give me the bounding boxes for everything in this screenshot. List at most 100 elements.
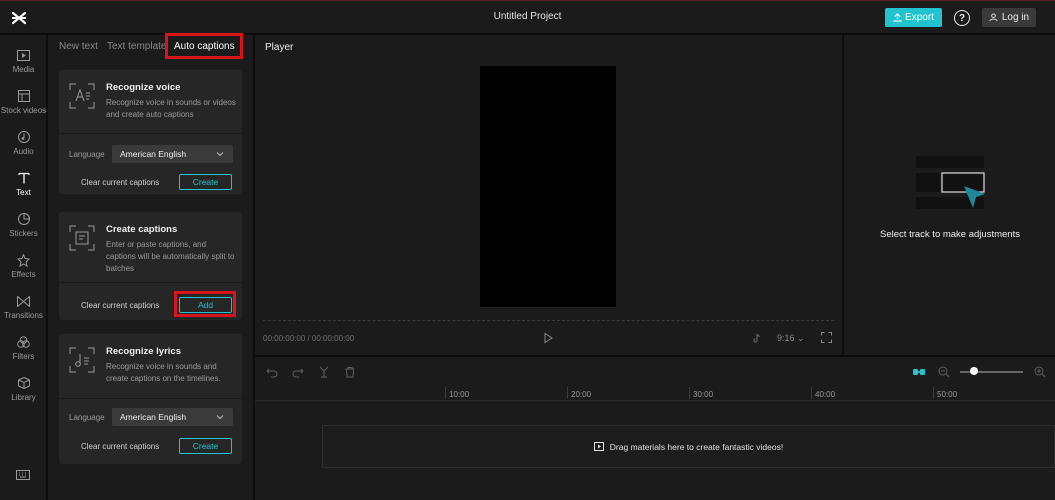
recognize-lyrics-description: Recognize voice in sounds and create cap… — [106, 362, 221, 383]
timeline-ruler[interactable]: 10:00 20:00 30:00 40:00 50:00 — [255, 387, 1055, 401]
login-button[interactable]: Log in — [982, 8, 1036, 27]
recognize-lyrics-card: Recognize lyrics Recognize voice in soun… — [59, 334, 242, 464]
sidebar-item-label: Filters — [12, 352, 35, 361]
select-track-illustration-icon — [916, 156, 985, 209]
side-nav: Media Stock videos Audio Text Stickers E… — [0, 35, 47, 500]
create-captions-button[interactable]: Create — [179, 174, 232, 190]
zoom-out-icon[interactable] — [938, 366, 950, 378]
keyboard-icon[interactable] — [16, 470, 30, 480]
sidebar-item-label: Text — [16, 188, 31, 197]
ruler-tick — [933, 387, 934, 399]
help-button[interactable]: ? — [954, 10, 970, 26]
sidebar-item-text[interactable]: Text — [0, 168, 47, 206]
sidebar-item-label: Audio — [13, 147, 34, 156]
sidebar-item-media[interactable]: Media — [0, 45, 47, 83]
language-label: Language — [69, 413, 105, 422]
clear-captions-checkbox[interactable] — [69, 441, 79, 451]
aspect-ratio-dropdown[interactable]: 9:16 ⌄ — [777, 333, 805, 344]
sidebar-item-filters[interactable]: Filters — [0, 332, 47, 370]
zoom-slider-handle[interactable] — [970, 367, 978, 375]
language-value: American English — [120, 412, 187, 422]
login-label: Log in — [1001, 12, 1030, 23]
clear-captions-checkbox[interactable] — [69, 177, 79, 187]
help-icon: ? — [958, 12, 966, 24]
recognize-lyrics-icon — [69, 347, 95, 373]
card-divider — [59, 282, 242, 283]
sidebar-item-label: Stock videos — [0, 106, 47, 115]
delete-icon[interactable] — [344, 366, 356, 378]
sidebar-item-label: Media — [12, 65, 35, 74]
top-bar: Untitled Project Export ? Log in — [0, 0, 1055, 34]
language-select[interactable]: American English — [112, 145, 233, 163]
sidebar-item-stock-videos[interactable]: Stock videos — [0, 86, 47, 124]
tiktok-icon — [753, 333, 761, 343]
create-captions-title: Create captions — [106, 224, 178, 235]
chevron-down-icon — [216, 152, 224, 157]
sidebar-item-stickers[interactable]: Stickers — [0, 209, 47, 247]
user-icon — [989, 13, 998, 22]
text-panel: New text Text template Auto captions Rec… — [48, 33, 254, 500]
ruler-tick — [567, 387, 568, 399]
sidebar-item-transitions[interactable]: Transitions — [0, 291, 47, 329]
magnet-snap-icon[interactable] — [912, 366, 926, 378]
split-icon[interactable] — [318, 366, 330, 378]
sidebar-item-effects[interactable]: Effects — [0, 250, 47, 288]
effects-icon — [17, 253, 30, 267]
clear-captions-label: Clear current captions — [81, 178, 160, 187]
clear-captions-checkbox[interactable] — [69, 300, 79, 310]
undo-icon[interactable] — [266, 366, 278, 378]
details-empty-text: Select track to make adjustments — [880, 229, 1020, 240]
export-label: Export — [905, 12, 934, 23]
language-label: Language — [69, 150, 105, 159]
media-icon — [593, 442, 604, 451]
redo-icon[interactable] — [292, 366, 304, 378]
recognize-voice-description: Recognize voice in sounds or videos and … — [106, 98, 236, 119]
create-lyrics-captions-button[interactable]: Create — [179, 438, 232, 454]
ruler-tick — [445, 387, 446, 399]
recognize-voice-title: Recognize voice — [106, 82, 181, 93]
ruler-label: 30:00 — [693, 390, 714, 399]
zoom-in-icon[interactable] — [1034, 366, 1046, 378]
sidebar-item-audio[interactable]: Audio — [0, 127, 47, 165]
language-select[interactable]: American English — [112, 408, 233, 426]
fullscreen-icon[interactable] — [821, 332, 832, 343]
aspect-ratio-value: 9:16 — [777, 333, 795, 343]
timecode: 00:00:00:00 / 00:00:00:00 — [263, 334, 355, 343]
sidebar-item-label: Transitions — [4, 311, 43, 320]
media-icon — [17, 49, 30, 61]
recognize-lyrics-title: Recognize lyrics — [106, 346, 181, 357]
video-preview[interactable] — [480, 66, 616, 307]
tab-text-template[interactable]: Text template — [107, 41, 166, 52]
timeline-panel: 10:00 20:00 30:00 40:00 50:00 Drag mater… — [255, 356, 1055, 500]
export-button[interactable]: Export — [885, 8, 942, 27]
create-captions-description: Enter or paste captions, and captions wi… — [106, 240, 235, 273]
stickers-icon — [17, 213, 30, 225]
library-icon — [17, 377, 30, 389]
transitions-icon — [17, 295, 30, 307]
ruler-tick — [811, 387, 812, 399]
drop-zone-text: Drag materials here to create fantastic … — [609, 441, 784, 452]
upload-icon — [893, 13, 902, 22]
player-title: Player — [265, 42, 294, 53]
player-panel: Player 00:00:00:00 / 00:00:00:00 9:16 ⌄ — [255, 35, 842, 355]
audio-icon — [17, 131, 30, 143]
playback-scrubber[interactable] — [263, 320, 834, 321]
sidebar-item-library[interactable]: Library — [0, 373, 47, 411]
details-panel: Select track to make adjustments — [843, 35, 1055, 355]
sidebar-item-label: Effects — [11, 270, 36, 279]
chevron-down-icon: ⌄ — [797, 333, 805, 343]
sidebar-item-label: Stickers — [9, 229, 38, 238]
ruler-tick — [689, 387, 690, 399]
recognize-voice-icon — [69, 83, 95, 109]
card-divider — [59, 398, 242, 399]
play-icon[interactable] — [542, 332, 554, 344]
clear-captions-label: Clear current captions — [81, 442, 160, 451]
tab-highlight-box — [165, 33, 243, 59]
ruler-label: 40:00 — [815, 390, 836, 399]
text-icon — [17, 172, 30, 184]
add-button-highlight-box — [174, 291, 236, 317]
ruler-label: 20:00 — [571, 390, 592, 399]
timeline-drop-zone[interactable]: Drag materials here to create fantastic … — [322, 425, 1055, 468]
tab-new-text[interactable]: New text — [59, 41, 98, 52]
ruler-label: 10:00 — [449, 390, 470, 399]
